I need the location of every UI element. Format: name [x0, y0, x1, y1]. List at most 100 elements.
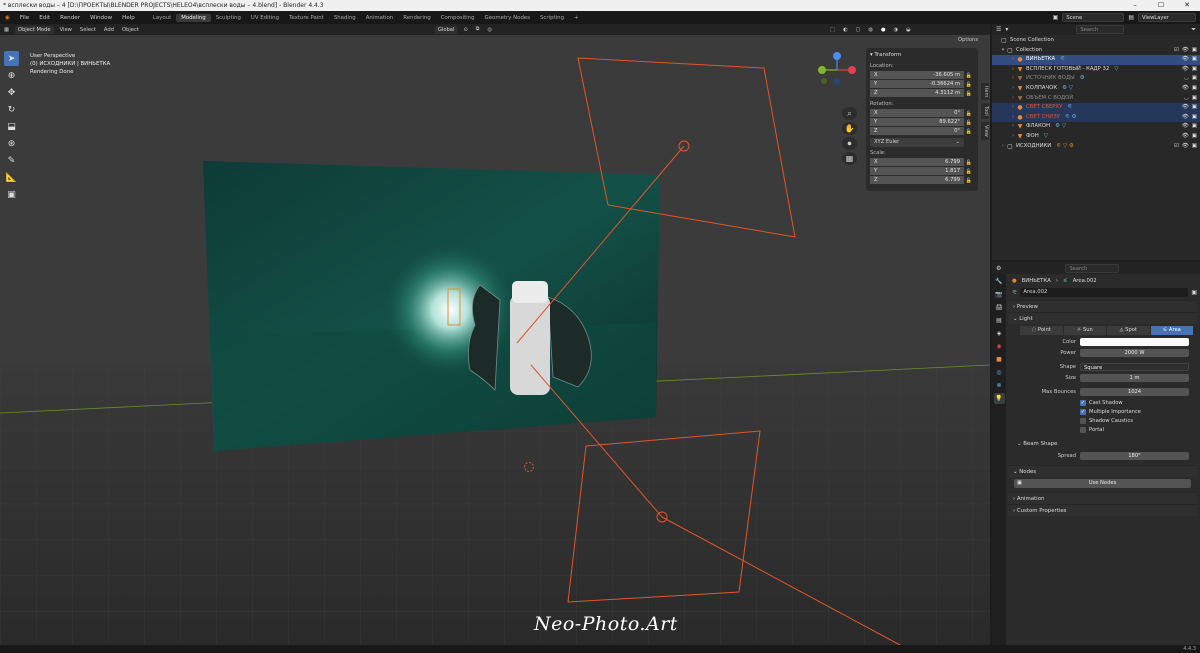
transform-tool-icon[interactable]: ⊛ — [4, 136, 19, 151]
workspace-tab-modeling[interactable]: Modeling — [176, 13, 211, 22]
menu-object[interactable]: Object — [118, 27, 143, 33]
rotation-z-row[interactable]: Z 0° 🔓 — [870, 127, 974, 136]
outliner-item-bottle[interactable]: › ▼ ФЛАКОН ⚙ ▽ 👁 ▣ — [992, 122, 1200, 132]
options-dropdown[interactable]: Options — [958, 37, 978, 43]
location-z-row[interactable]: Z 4.3112 m 🔓 — [870, 89, 974, 98]
camera-icon[interactable]: ▣ — [1192, 142, 1197, 152]
color-swatch[interactable] — [1080, 338, 1189, 346]
multiple-importance-checkbox[interactable]: ✓ Multiple Importance — [1080, 407, 1197, 416]
outliner-item-sources[interactable]: › ▢ ИСХОДНИКИ ⚟ ▽ ⚙ ☑ 👁 ▣ — [992, 142, 1200, 152]
size-field[interactable]: 1 m — [1080, 374, 1189, 382]
location-x-value[interactable]: -36.605 m — [933, 71, 960, 79]
workspace-tab-rendering[interactable]: Rendering — [398, 14, 436, 22]
gizmo-toggle-icon[interactable]: ⬚ — [826, 27, 839, 33]
datablock-name-field[interactable]: Area.002 — [1020, 288, 1189, 297]
menu-render[interactable]: Render — [55, 15, 85, 21]
eye-icon[interactable]: 👁 — [1182, 84, 1189, 94]
checkbox-icon[interactable]: ☑ — [1174, 142, 1179, 152]
section-beam-shape[interactable]: ⌄ Beam Shape — [1008, 438, 1197, 450]
light-type-area[interactable]: ⚟ Area — [1150, 326, 1193, 335]
workspace-tab-compositing[interactable]: Compositing — [436, 14, 480, 22]
location-x-row[interactable]: X -36.605 m 🔓 — [870, 71, 974, 80]
sidebar-tab-tool[interactable]: Tool — [981, 103, 989, 120]
menu-window[interactable]: Window — [85, 15, 117, 21]
scale-z-value[interactable]: 6.799 — [945, 176, 960, 184]
rotation-mode-dropdown[interactable]: XYZ Euler ⌄ — [870, 138, 964, 147]
workspace-tab-animation[interactable]: Animation — [361, 14, 398, 22]
outliner-item-cap[interactable]: › ▼ КОЛПАЧОК ⚙ ▽ 👁 ▣ — [992, 84, 1200, 94]
world-tab-icon[interactable]: ◉ — [994, 341, 1005, 352]
eye-icon[interactable]: 👁 — [1182, 65, 1189, 75]
annotate-tool-icon[interactable]: ✎ — [4, 153, 19, 168]
minimize-icon[interactable]: – — [1122, 0, 1148, 11]
close-icon[interactable]: ✕ — [1174, 0, 1200, 11]
shape-dropdown[interactable]: Square — [1080, 363, 1189, 371]
scale-x-row[interactable]: X 6.799 🔓 — [870, 158, 974, 167]
output-tab-icon[interactable]: 🖨 — [994, 302, 1005, 313]
power-field[interactable]: 2000 W — [1080, 349, 1189, 357]
lock-icon[interactable]: 🔓 — [964, 129, 974, 135]
workspace-tab-scripting[interactable]: Scripting — [535, 14, 569, 22]
transform-panel-header[interactable]: ▾ Transform — [870, 50, 974, 60]
location-y-value[interactable]: -0.36624 m — [930, 80, 960, 88]
scale-z-row[interactable]: Z 6.799 🔓 — [870, 176, 974, 185]
render-tab-icon[interactable]: 📷 — [994, 289, 1005, 300]
editor-type-icon[interactable]: ▦ — [0, 27, 13, 33]
camera-icon[interactable]: ▣ — [1192, 103, 1197, 113]
camera-icon[interactable]: ▣ — [1192, 65, 1197, 75]
rotation-x-row[interactable]: X 0° 🔓 — [870, 109, 974, 118]
proportional-edit-icon[interactable]: ◎ — [484, 27, 497, 33]
camera-view-icon[interactable]: ⏺ — [842, 137, 857, 150]
scene-tab-icon[interactable]: ◈ — [994, 328, 1005, 339]
menu-edit[interactable]: Edit — [34, 15, 55, 21]
light-data-browse-icon[interactable]: ⚟ — [1012, 289, 1017, 296]
workspace-tab-shading[interactable]: Shading — [329, 14, 361, 22]
rotate-tool-icon[interactable]: ↻ — [4, 102, 19, 117]
shading-material-icon[interactable]: ◑ — [889, 27, 902, 33]
section-animation[interactable]: › Animation — [1008, 492, 1197, 504]
workspace-tab-sculpting[interactable]: Sculpting — [211, 14, 246, 22]
pivot-icon[interactable]: ⊙ — [459, 27, 471, 33]
camera-icon[interactable]: ▣ — [1192, 132, 1197, 142]
camera-icon[interactable]: ▣ — [1192, 113, 1197, 123]
scale-tool-icon[interactable]: ⬓ — [4, 119, 19, 134]
menu-help[interactable]: Help — [117, 15, 140, 21]
maximize-icon[interactable]: ☐ — [1148, 0, 1174, 11]
shading-solid-icon[interactable]: ● — [877, 27, 890, 33]
camera-icon[interactable]: ▣ — [1192, 84, 1197, 94]
camera-icon[interactable]: ▣ — [1192, 122, 1197, 132]
section-light[interactable]: ⌄ Light — [1008, 312, 1197, 324]
outliner-editor-icon[interactable]: ☰ — [996, 26, 1001, 33]
menu-file[interactable]: File — [15, 15, 34, 21]
eye-closed-icon[interactable]: ◡ — [1184, 94, 1189, 104]
zoom-icon[interactable]: ⌕ — [842, 107, 857, 120]
view-layer-tab-icon[interactable]: ▤ — [994, 315, 1005, 326]
outliner-item-water-source[interactable]: › ▼ ИСТОЧНИК ВОДЫ ⚙ ◡ ▣ — [992, 74, 1200, 84]
measure-tool-icon[interactable]: 📐 — [4, 170, 19, 185]
eye-icon[interactable]: 👁 — [1182, 122, 1189, 132]
outliner-item-water-volume[interactable]: › ▼ ОБЪЕМ С ВОДОЙ ◡ ▣ — [992, 94, 1200, 104]
rotation-y-row[interactable]: Y 89.622° 🔓 — [870, 118, 974, 127]
lock-icon[interactable]: 🔓 — [964, 160, 974, 166]
lock-icon[interactable]: 🔓 — [964, 120, 974, 126]
object-tab-icon[interactable]: ■ — [994, 354, 1005, 365]
add-cube-tool-icon[interactable]: ▣ — [4, 187, 19, 202]
workspace-tab-texture-paint[interactable]: Texture Paint — [284, 14, 329, 22]
sidebar-tab-view[interactable]: View — [981, 122, 989, 140]
camera-icon[interactable]: ▣ — [1192, 46, 1197, 56]
eye-closed-icon[interactable]: ◡ — [1184, 74, 1189, 84]
lock-icon[interactable]: 🔓 — [964, 82, 974, 88]
blender-logo-icon[interactable]: ◉ — [0, 15, 15, 21]
camera-icon[interactable]: ▣ — [1192, 55, 1197, 65]
camera-icon[interactable]: ▣ — [1192, 74, 1197, 84]
physics-tab-icon[interactable]: ◎ — [994, 367, 1005, 378]
light-type-spot[interactable]: ◬ Spot — [1107, 326, 1150, 335]
scene-field[interactable]: Scene — [1062, 13, 1125, 22]
rotation-x-value[interactable]: 0° — [954, 109, 960, 117]
transform-orientation-dropdown[interactable]: Global — [434, 25, 458, 34]
filter-icon[interactable]: ▾ — [1005, 26, 1008, 33]
light-type-sun[interactable]: ☼ Sun — [1063, 326, 1106, 335]
shadow-caustics-checkbox[interactable]: Shadow Caustics — [1080, 416, 1197, 425]
properties-editor-icon[interactable]: ⚙ — [996, 265, 1001, 272]
max-bounces-field[interactable]: 1024 — [1080, 388, 1189, 396]
